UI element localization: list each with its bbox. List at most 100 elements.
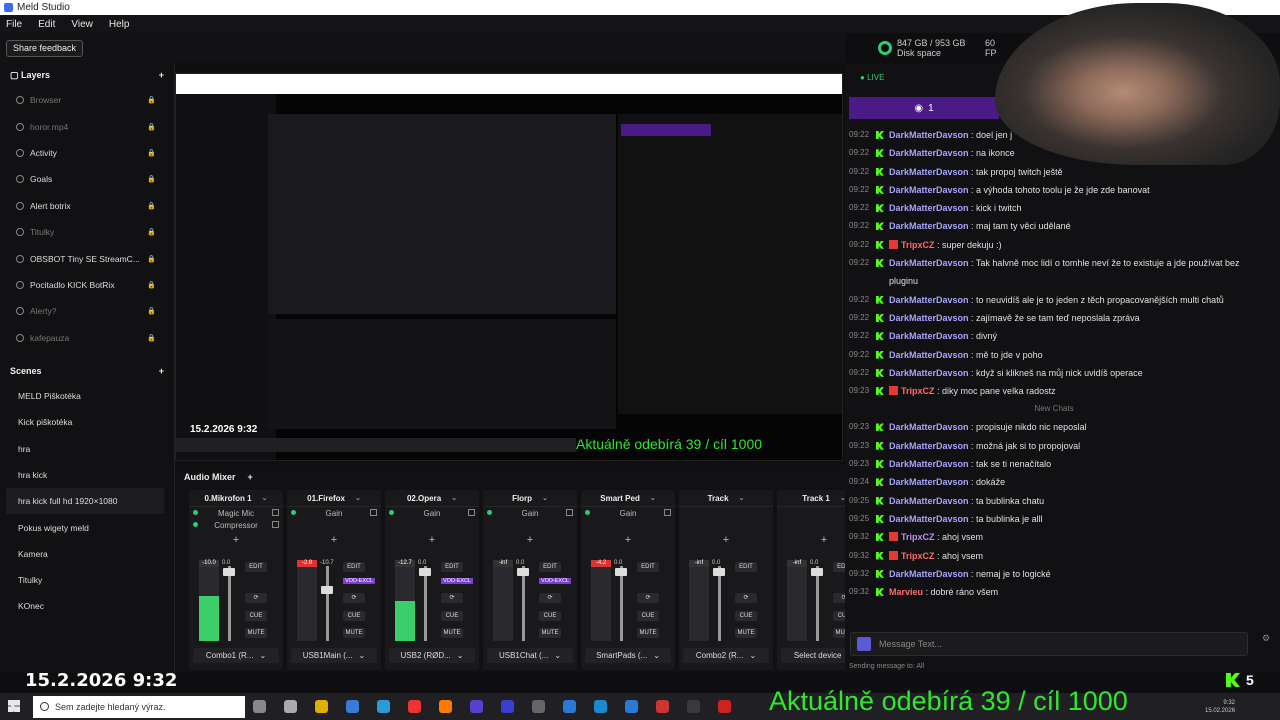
mute-button[interactable]: MUTE: [735, 628, 757, 638]
message-username[interactable]: DarkMatterDavson: [889, 569, 969, 579]
channel-effect[interactable]: Gain: [483, 507, 577, 519]
message-username[interactable]: DarkMatterDavson: [889, 313, 969, 323]
lock-icon[interactable]: 🔒: [147, 307, 156, 315]
edit-button[interactable]: EDIT: [245, 562, 267, 572]
volume-fader[interactable]: [620, 566, 623, 641]
cue-button[interactable]: CUE: [833, 611, 845, 621]
message-username[interactable]: Marvieu: [889, 587, 923, 597]
monitor-button[interactable]: ⟳: [735, 593, 757, 603]
add-effect-button[interactable]: +: [189, 534, 283, 546]
device-select[interactable]: Select device⌄: [781, 648, 845, 663]
share-feedback-button[interactable]: Share feedback: [6, 40, 84, 57]
mute-button[interactable]: MUTE: [833, 628, 845, 638]
add-scene-button[interactable]: +: [159, 366, 164, 376]
opera-icon[interactable]: [408, 700, 421, 713]
chat-message[interactable]: 09:25 DarkMatterDavson : ta bublinka chat…: [849, 492, 1259, 510]
taskbar-search[interactable]: Sem zadejte hledaný výraz.: [33, 696, 245, 718]
chat-message[interactable]: 09:22 DarkMatterDavson : tak propoj twitc…: [849, 163, 1259, 181]
volume-fader[interactable]: [816, 566, 819, 641]
fader-knob[interactable]: [615, 568, 627, 576]
stage-preview[interactable]: 15.2.2026 9:32 Aktuálně odebírá 39 / cíl…: [175, 73, 843, 461]
device-select[interactable]: SmartPads (... ⌄: [585, 648, 671, 663]
message-username[interactable]: TripxCZ: [901, 240, 935, 250]
message-username[interactable]: DarkMatterDavson: [889, 258, 969, 268]
chat-message[interactable]: 09:22 DarkMatterDavson : a výhoda tohoto …: [849, 181, 1259, 199]
message-username[interactable]: DarkMatterDavson: [889, 167, 969, 177]
monitor-button[interactable]: ⟳: [245, 593, 267, 603]
chat-message[interactable]: 09:32 TripxCZ : ahoj vsem: [849, 547, 1259, 565]
layer-item[interactable]: Titulky 🔒: [0, 219, 174, 245]
channel-effect[interactable]: Gain: [581, 507, 675, 519]
scene-item[interactable]: Kick piškotéka: [0, 409, 174, 435]
volume-fader[interactable]: [326, 566, 329, 641]
edit-button[interactable]: EDIT: [539, 562, 561, 572]
chat-message[interactable]: 09:22 DarkMatterDavson : Tak halvně moc l…: [849, 254, 1259, 291]
menu-item-view[interactable]: View: [71, 19, 93, 30]
device-select[interactable]: USB1Main (... ⌄: [291, 648, 377, 663]
message-username[interactable]: DarkMatterDavson: [889, 441, 969, 451]
mute-button[interactable]: MUTE: [441, 628, 463, 638]
volume-fader[interactable]: [424, 566, 427, 641]
lock-icon[interactable]: 🔒: [147, 149, 156, 157]
device-select[interactable]: USB2 (RØD... ⌄: [389, 648, 475, 663]
scene-item[interactable]: Kamera: [0, 541, 174, 567]
chat-message[interactable]: 09:23 DarkMatterDavson : propisuje nikdo …: [849, 418, 1259, 436]
scene-item[interactable]: Pokus wigety meld: [0, 514, 174, 540]
task-view-icon[interactable]: [253, 700, 266, 713]
fader-knob[interactable]: [713, 568, 725, 576]
lock-icon[interactable]: 🔒: [147, 281, 156, 289]
layer-item[interactable]: Alerty? 🔒: [0, 298, 174, 324]
message-username[interactable]: DarkMatterDavson: [889, 477, 969, 487]
chat-message[interactable]: 09:22 DarkMatterDavson : kick i twitch: [849, 199, 1259, 217]
mute-button[interactable]: MUTE: [637, 628, 659, 638]
volume-fader[interactable]: [522, 566, 525, 641]
lock-icon[interactable]: 🔒: [147, 255, 156, 263]
layer-item[interactable]: OBSBOT Tiny SE StreamC... 🔒: [0, 245, 174, 271]
chevron-down-icon[interactable]: ⌄: [650, 494, 656, 502]
chat-message[interactable]: 09:23 TripxCZ : diky moc pane velka rados…: [849, 382, 1259, 400]
lock-icon[interactable]: 🔒: [147, 202, 156, 210]
message-username[interactable]: TripxCZ: [901, 532, 935, 542]
app-icon[interactable]: [625, 700, 638, 713]
chat-message[interactable]: 09:32 Marvieu : dobré ráno všem: [849, 583, 1259, 601]
chrome-icon[interactable]: [284, 700, 297, 713]
message-username[interactable]: DarkMatterDavson: [889, 185, 969, 195]
vod-exclude-badge[interactable]: VOD-EXCL: [441, 578, 474, 584]
meld-icon[interactable]: [563, 700, 576, 713]
scene-item[interactable]: MELD Piškotéka: [0, 383, 174, 409]
device-select[interactable]: USB1Chat (... ⌄: [487, 648, 573, 663]
add-effect-button[interactable]: +: [483, 534, 577, 546]
chat-message[interactable]: 09:23 DarkMatterDavson : možná jak si to …: [849, 437, 1259, 455]
add-effect-button[interactable]: +: [385, 534, 479, 546]
edit-button[interactable]: EDIT: [833, 562, 845, 572]
chat-message[interactable]: 09:22 TripxCZ : super dekuju :): [849, 236, 1259, 254]
message-username[interactable]: DarkMatterDavson: [889, 148, 969, 158]
channel-header[interactable]: Florp ⌄: [483, 490, 577, 507]
channel-header[interactable]: Track ⌄: [679, 490, 773, 507]
monitor-button[interactable]: ⟳: [833, 593, 845, 603]
obs-icon[interactable]: [532, 700, 545, 713]
message-username[interactable]: DarkMatterDavson: [889, 221, 969, 231]
effect-settings-icon[interactable]: [664, 509, 671, 516]
cue-button[interactable]: CUE: [539, 611, 561, 621]
scene-item[interactable]: KOnec: [0, 593, 174, 619]
app-icon[interactable]: [501, 700, 514, 713]
cue-button[interactable]: CUE: [343, 611, 365, 621]
layer-item[interactable]: Goals 🔒: [0, 166, 174, 192]
lock-icon[interactable]: 🔒: [147, 123, 156, 131]
scene-item[interactable]: hra kick: [0, 462, 174, 488]
device-select[interactable]: Combo2 (R... ⌄: [683, 648, 769, 663]
message-username[interactable]: DarkMatterDavson: [889, 514, 969, 524]
fader-knob[interactable]: [517, 568, 529, 576]
channel-header[interactable]: Track 1 ⌄: [777, 490, 845, 507]
lock-icon[interactable]: 🔒: [147, 96, 156, 104]
channel-effect[interactable]: Compressor: [189, 519, 283, 531]
add-layer-button[interactable]: +: [159, 70, 164, 80]
monitor-button[interactable]: ⟳: [637, 593, 659, 603]
monitor-button[interactable]: ⟳: [539, 593, 561, 603]
chat-message[interactable]: 09:32 DarkMatterDavson : nemaj je to logi…: [849, 565, 1259, 583]
layer-item[interactable]: horor.mp4 🔒: [0, 113, 174, 139]
chat-input[interactable]: Message Text...: [850, 632, 1248, 656]
chat-message[interactable]: 09:22 DarkMatterDavson : divný: [849, 327, 1259, 345]
cue-button[interactable]: CUE: [735, 611, 757, 621]
